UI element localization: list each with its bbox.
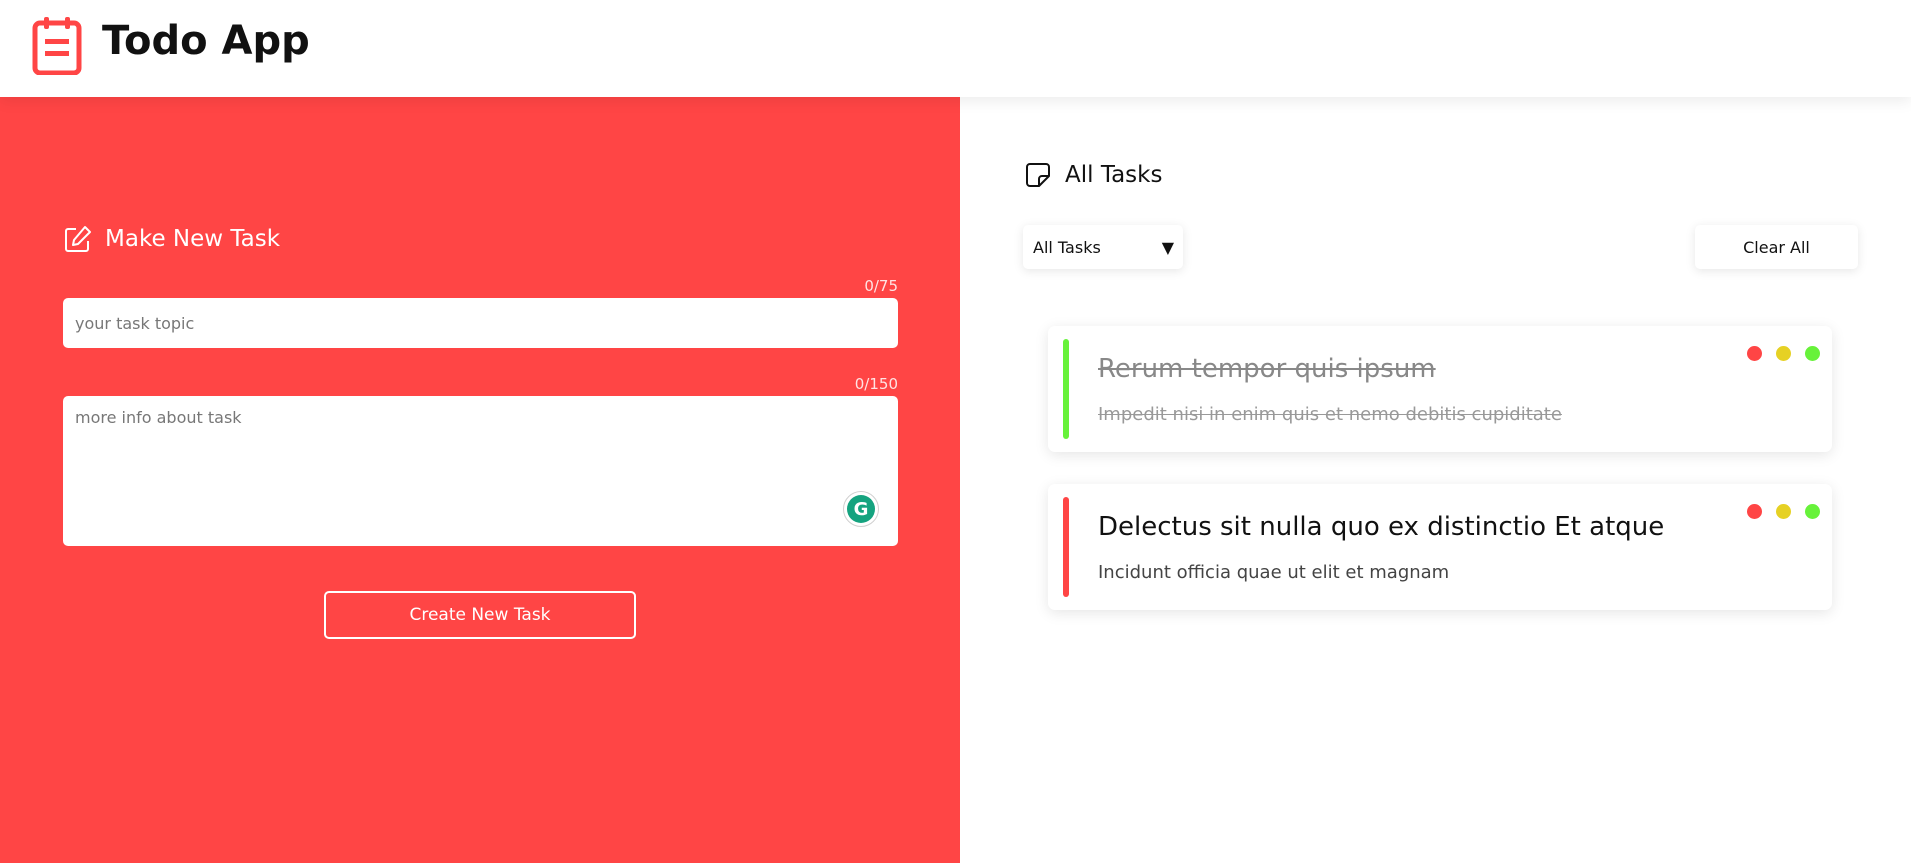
task-topic-input[interactable] bbox=[63, 298, 898, 348]
task-info-textarea[interactable] bbox=[63, 396, 898, 546]
grammarly-badge: G bbox=[847, 495, 875, 523]
clear-all-button[interactable]: Clear All bbox=[1695, 225, 1858, 269]
new-task-title: Make New Task bbox=[105, 226, 281, 252]
task-status-controls bbox=[1747, 504, 1820, 519]
task-filter-select[interactable]: All Tasks ▼ bbox=[1023, 225, 1183, 269]
filter-selected-label: All Tasks bbox=[1033, 237, 1101, 257]
status-yellow-dot[interactable] bbox=[1776, 504, 1791, 519]
status-green-dot[interactable] bbox=[1805, 504, 1820, 519]
status-red-dot[interactable] bbox=[1747, 504, 1762, 519]
status-green-dot[interactable] bbox=[1805, 346, 1820, 361]
task-card[interactable]: Delectus sit nulla quo ex distinctio Et … bbox=[1048, 484, 1832, 610]
new-task-heading: Make New Task bbox=[63, 224, 280, 254]
app-header: Todo App bbox=[0, 0, 1911, 97]
task-title: Rerum tempor quis ipsum bbox=[1098, 354, 1436, 384]
task-card[interactable]: Rerum tempor quis ipsum Impedit nisi in … bbox=[1048, 326, 1832, 452]
tasks-heading: All Tasks bbox=[1025, 162, 1162, 188]
task-description: Impedit nisi in enim quis et nemo debiti… bbox=[1098, 404, 1562, 425]
task-status-bar bbox=[1063, 339, 1069, 439]
task-status-bar bbox=[1063, 497, 1069, 597]
clipboard-icon bbox=[32, 17, 82, 75]
chevron-down-icon: ▼ bbox=[1161, 237, 1174, 257]
status-red-dot[interactable] bbox=[1747, 346, 1762, 361]
task-status-controls bbox=[1747, 346, 1820, 361]
create-task-button[interactable]: Create New Task bbox=[324, 591, 636, 639]
app-title: Todo App bbox=[102, 18, 310, 64]
task-title: Delectus sit nulla quo ex distinctio Et … bbox=[1098, 512, 1665, 542]
edit-icon bbox=[65, 226, 91, 252]
topic-char-counter: 0/75 bbox=[864, 277, 898, 295]
grammarly-icon[interactable]: G bbox=[843, 491, 879, 527]
task-description: Incidunt officia quae ut elit et magnam bbox=[1098, 562, 1450, 583]
status-yellow-dot[interactable] bbox=[1776, 346, 1791, 361]
info-char-counter: 0/150 bbox=[854, 375, 898, 393]
tasks-title: All Tasks bbox=[1065, 162, 1163, 188]
sticky-note-icon bbox=[1026, 163, 1050, 187]
